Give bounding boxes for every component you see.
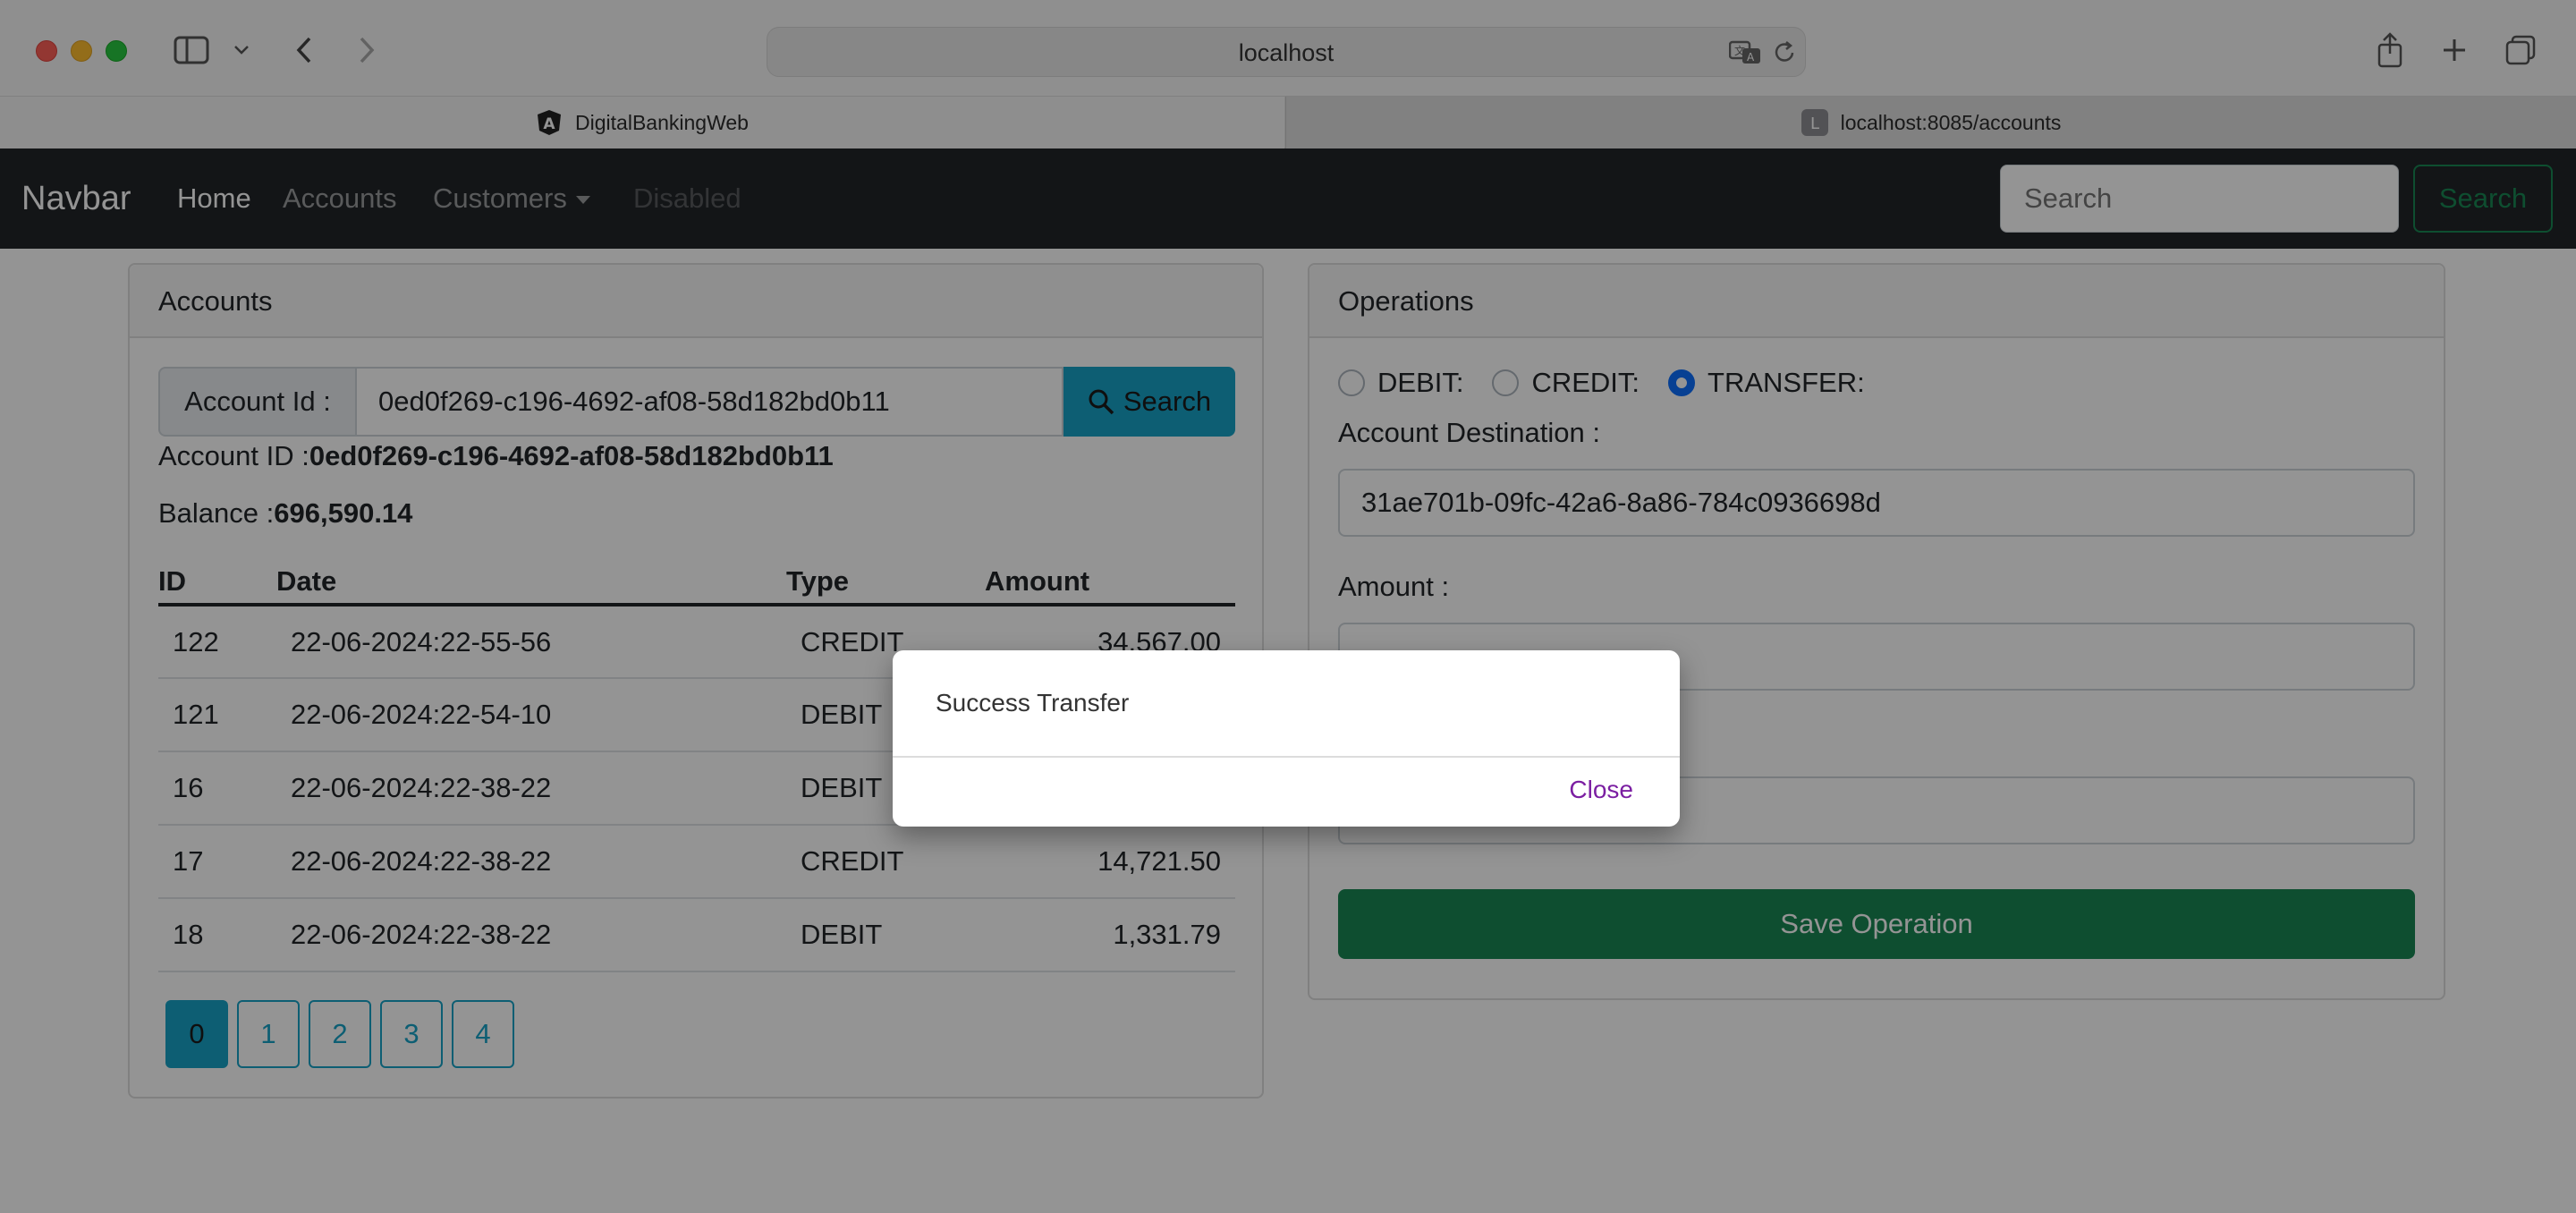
modal-message: Success Transfer	[936, 689, 1130, 717]
modal-backdrop[interactable]	[0, 0, 2576, 1213]
success-modal: Success Transfer Close	[893, 650, 1680, 827]
modal-divider	[893, 756, 1680, 758]
modal-close-button[interactable]: Close	[1569, 776, 1633, 804]
